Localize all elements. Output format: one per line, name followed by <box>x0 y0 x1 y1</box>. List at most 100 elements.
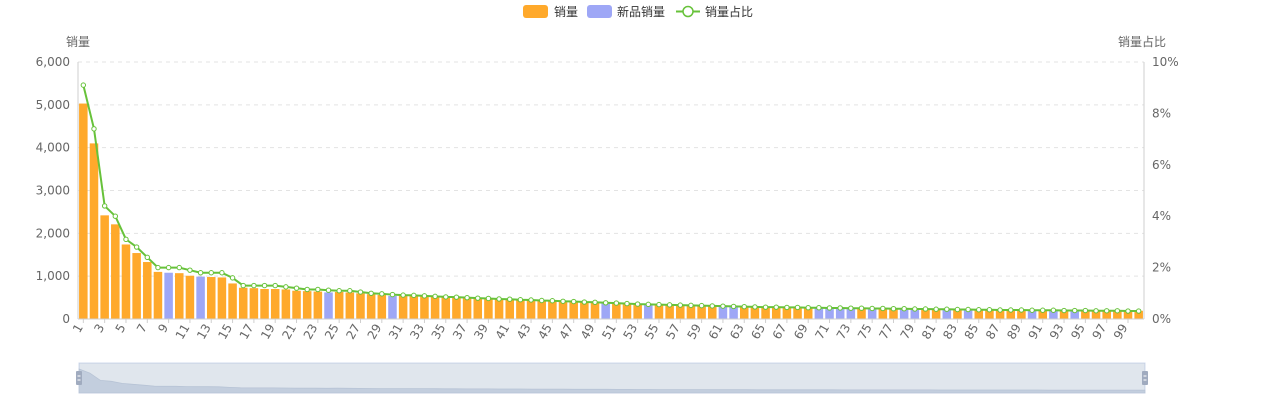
share-point[interactable] <box>645 301 652 308</box>
share-point[interactable] <box>421 293 428 299</box>
share-point[interactable] <box>762 304 769 310</box>
bar-sales[interactable] <box>430 296 440 319</box>
legend-label-sales[interactable]: 销量 <box>554 5 578 19</box>
share-point[interactable] <box>794 304 801 311</box>
share-point[interactable] <box>1072 307 1078 314</box>
bar-sales[interactable] <box>398 295 408 319</box>
share-point[interactable] <box>293 285 300 291</box>
share-point[interactable] <box>315 286 321 293</box>
share-point[interactable] <box>443 294 449 300</box>
bar-sales[interactable] <box>537 300 546 319</box>
share-point[interactable] <box>368 290 374 296</box>
bar-sales[interactable] <box>334 292 344 319</box>
bar-sales[interactable] <box>281 289 291 319</box>
share-point[interactable] <box>581 299 588 305</box>
share-point[interactable] <box>848 305 854 311</box>
bar-sales[interactable] <box>270 289 280 319</box>
share-point[interactable] <box>517 297 524 303</box>
bar-sales[interactable] <box>558 301 568 319</box>
data-zoom-selection[interactable] <box>79 363 1145 393</box>
bar-sales[interactable] <box>175 273 184 319</box>
bar-sales[interactable] <box>249 288 259 319</box>
bar-sales[interactable] <box>452 297 461 319</box>
share-point[interactable] <box>880 305 886 312</box>
share-point[interactable] <box>80 82 87 88</box>
share-point[interactable] <box>1082 307 1089 314</box>
share-point[interactable] <box>91 126 97 132</box>
bar-sales[interactable] <box>121 244 131 319</box>
share-point[interactable] <box>997 307 1003 313</box>
share-point[interactable] <box>858 305 865 311</box>
bar-sales[interactable] <box>228 283 237 319</box>
share-point[interactable] <box>336 288 342 294</box>
bar-sales[interactable] <box>292 290 301 319</box>
share-point[interactable] <box>698 302 705 309</box>
legend-swatch-sales[interactable] <box>523 5 548 18</box>
bar-sales[interactable] <box>132 253 141 319</box>
bar-sales[interactable] <box>260 289 269 319</box>
share-point[interactable] <box>485 295 492 302</box>
bar-sales[interactable] <box>484 298 493 319</box>
share-point[interactable] <box>826 305 833 311</box>
share-point[interactable] <box>283 284 289 290</box>
share-point[interactable] <box>890 306 897 312</box>
share-point[interactable] <box>1018 307 1025 313</box>
share-point[interactable] <box>261 282 268 289</box>
bar-sales[interactable] <box>420 295 429 319</box>
share-point[interactable] <box>325 287 332 293</box>
share-point[interactable] <box>1050 307 1057 313</box>
bar-sales[interactable] <box>79 103 88 319</box>
share-point[interactable] <box>730 303 737 310</box>
bar-sales[interactable] <box>302 291 312 319</box>
share-point[interactable] <box>677 302 683 308</box>
share-point[interactable] <box>507 296 513 302</box>
share-point[interactable] <box>1125 308 1131 314</box>
share-point[interactable] <box>101 203 108 209</box>
share-point[interactable] <box>155 264 161 271</box>
share-point[interactable] <box>634 301 641 307</box>
share-point[interactable] <box>133 244 140 250</box>
share-point[interactable] <box>688 302 694 309</box>
bar-sales[interactable] <box>217 277 227 319</box>
share-point[interactable] <box>389 291 396 298</box>
share-point[interactable] <box>816 304 822 311</box>
legend-label-share[interactable]: 销量占比 <box>705 4 753 19</box>
legend-marker-share[interactable] <box>682 5 694 18</box>
share-point[interactable] <box>656 301 662 308</box>
share-point[interactable] <box>933 306 939 312</box>
share-point[interactable] <box>432 293 438 300</box>
share-point[interactable] <box>773 304 779 310</box>
share-point[interactable] <box>496 296 502 302</box>
share-point[interactable] <box>912 306 918 312</box>
bar-new-product-sales[interactable] <box>324 292 333 319</box>
share-point[interactable] <box>1114 308 1121 314</box>
share-point[interactable] <box>549 298 556 304</box>
share-point[interactable] <box>709 303 715 309</box>
share-point[interactable] <box>229 275 236 281</box>
bar-sales[interactable] <box>100 215 109 319</box>
share-point[interactable] <box>357 289 364 295</box>
share-point[interactable] <box>539 297 545 304</box>
share-point[interactable] <box>400 292 406 298</box>
share-point[interactable] <box>464 294 470 301</box>
share-point[interactable] <box>144 254 150 261</box>
share-point[interactable] <box>986 307 993 313</box>
bar-sales[interactable] <box>494 299 504 319</box>
data-zoom-slider[interactable] <box>76 362 1148 394</box>
share-point[interactable] <box>720 303 726 309</box>
share-point[interactable] <box>165 264 172 271</box>
share-point[interactable] <box>1008 307 1014 313</box>
bar-sales[interactable] <box>143 262 152 319</box>
share-point[interactable] <box>208 270 214 276</box>
share-point[interactable] <box>251 282 257 289</box>
share-point[interactable] <box>666 302 673 308</box>
share-point[interactable] <box>944 306 950 312</box>
bar-sales[interactable] <box>462 298 472 319</box>
share-point[interactable] <box>837 305 843 311</box>
bar-new-product-sales[interactable] <box>388 295 397 319</box>
share-point[interactable] <box>176 264 182 271</box>
share-point[interactable] <box>1135 308 1142 314</box>
share-point[interactable] <box>560 298 566 304</box>
share-point[interactable] <box>1061 307 1067 314</box>
bar-sales[interactable] <box>238 287 248 319</box>
